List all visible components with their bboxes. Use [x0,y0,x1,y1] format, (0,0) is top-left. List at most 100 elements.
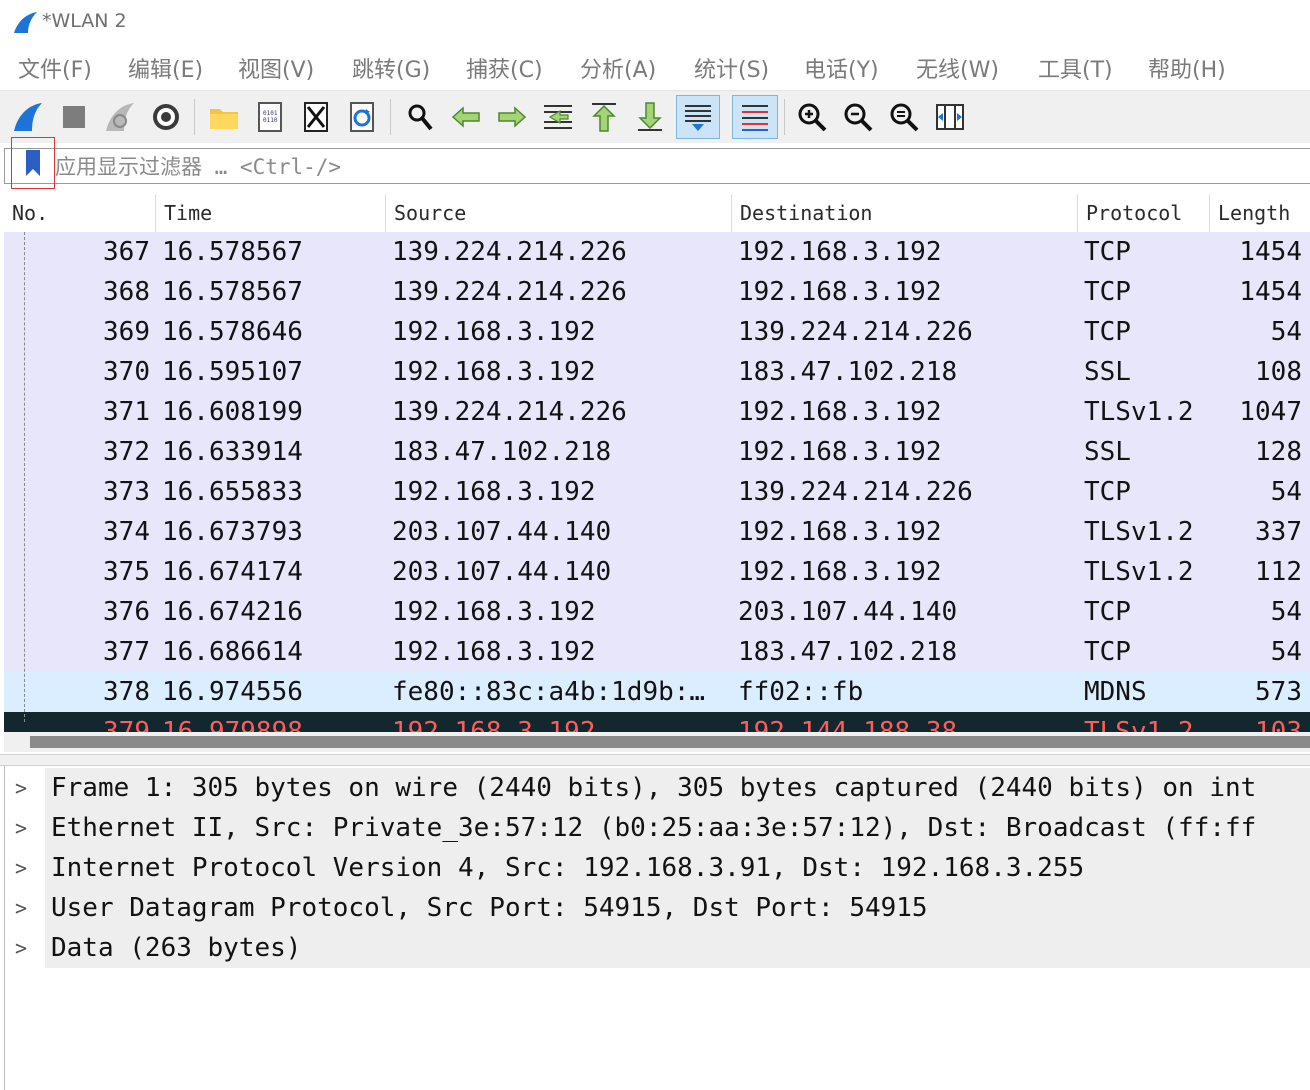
zoom-out-button[interactable] [838,97,878,137]
menu-wireless[interactable]: 无线(W) [916,52,999,84]
chevron-right-icon[interactable]: > [15,808,27,848]
packet-row[interactable]: 375 16.674174 203.107.44.140 192.168.3.1… [4,552,1310,592]
packet-row-selected[interactable]: 379 16.979898 192.168.3.192 192.144.188.… [4,712,1310,732]
packet-list[interactable]: No. Time Source Destination Protocol Len… [4,194,1310,754]
detail-tree-item[interactable]: > Data (263 bytes) [5,928,1310,968]
detail-tree-item[interactable]: > Internet Protocol Version 4, Src: 192.… [5,848,1310,888]
menu-view[interactable]: 视图(V) [238,52,314,84]
pane-splitter[interactable] [0,754,1310,766]
column-header-time[interactable]: Time [156,194,386,232]
resize-columns-icon [936,104,964,130]
chevron-right-icon[interactable]: > [15,768,27,808]
capture-options-icon [153,104,179,130]
display-filter-input[interactable] [53,151,1297,183]
menu-statistics[interactable]: 统计(S) [694,52,769,84]
find-packet-button[interactable] [400,97,440,137]
packet-row[interactable]: 372 16.633914 183.47.102.218 192.168.3.1… [4,432,1310,472]
packet-length: 1454 [1239,277,1302,307]
filter-bookmark-button[interactable] [11,137,55,189]
packet-row[interactable]: 377 16.686614 192.168.3.192 183.47.102.2… [4,632,1310,672]
packet-row[interactable]: 371 16.608199 139.224.214.226 192.168.3.… [4,392,1310,432]
menu-help[interactable]: 帮助(H) [1148,52,1226,84]
packet-time: 16.974556 [162,677,303,707]
packet-protocol: TCP [1084,597,1131,627]
packet-no: 371 [103,397,150,427]
scrollbar-thumb[interactable] [30,736,1310,748]
restart-capture-button[interactable] [100,97,140,137]
menu-file[interactable]: 文件(F) [18,52,92,84]
column-header-protocol[interactable]: Protocol [1078,194,1210,232]
auto-scroll-button[interactable] [676,95,720,139]
packet-length: 54 [1270,637,1302,667]
stop-capture-icon [63,106,85,128]
packet-row[interactable]: 367 16.578567 139.224.214.226 192.168.3.… [4,232,1310,272]
packet-row[interactable]: 368 16.578567 139.224.214.226 192.168.3.… [4,272,1310,312]
packet-details-pane[interactable]: > Frame 1: 305 bytes on wire (2440 bits)… [4,766,1310,1090]
go-last-packet-button[interactable] [630,97,670,137]
column-header-length[interactable]: Length [1210,194,1310,232]
open-file-button[interactable] [204,97,244,137]
toolbar-separator [784,99,785,135]
chevron-right-icon[interactable]: > [15,888,27,928]
svg-text:0101: 0101 [263,110,278,117]
save-file-button[interactable]: 0101 0110 [250,97,290,137]
menu-go[interactable]: 跳转(G) [352,52,430,84]
resize-columns-button[interactable] [930,97,970,137]
menu-telephony[interactable]: 电话(Y) [804,52,879,84]
packet-no: 367 [103,237,150,267]
close-file-button[interactable] [296,97,336,137]
colorize-button[interactable] [732,95,778,139]
stop-capture-button[interactable] [54,97,94,137]
packet-list-horizontal-scrollbar[interactable] [4,732,1310,752]
packet-row[interactable]: 370 16.595107 192.168.3.192 183.47.102.2… [4,352,1310,392]
go-last-packet-icon [638,102,662,131]
column-header-no[interactable]: No. [4,194,156,232]
chevron-right-icon[interactable]: > [15,928,27,968]
packet-time: 16.686614 [162,637,303,667]
packet-protocol: TLSv1.2 [1084,557,1194,587]
detail-tree-item[interactable]: > Frame 1: 305 bytes on wire (2440 bits)… [5,768,1310,808]
zoom-out-icon [844,103,873,132]
packet-row[interactable]: 373 16.655833 192.168.3.192 139.224.214.… [4,472,1310,512]
packet-destination: ff02::fb [738,677,864,707]
detail-tree-item[interactable]: > Ethernet II, Src: Private_3e:57:12 (b0… [5,808,1310,848]
reload-file-button[interactable] [342,97,382,137]
go-to-packet-button[interactable] [538,97,578,137]
go-forward-button[interactable] [492,97,532,137]
capture-options-button[interactable] [146,97,186,137]
packet-no: 375 [103,557,150,587]
normal-size-button[interactable] [884,97,924,137]
packet-no: 378 [103,677,150,707]
packet-row[interactable]: 369 16.578646 192.168.3.192 139.224.214.… [4,312,1310,352]
start-capture-button[interactable] [8,97,48,137]
packet-list-header: No. Time Source Destination Protocol Len… [4,194,1310,233]
packet-protocol: MDNS [1084,677,1147,707]
packet-protocol: SSL [1084,357,1131,387]
detail-frame: Frame 1: 305 bytes on wire (2440 bits), … [45,768,1310,808]
detail-tree-item[interactable]: > User Datagram Protocol, Src Port: 5491… [5,888,1310,928]
bookmark-icon [26,150,40,176]
zoom-in-button[interactable] [792,97,832,137]
menu-analyze[interactable]: 分析(A) [580,52,656,84]
chevron-right-icon[interactable]: > [15,848,27,888]
packet-length: 1047 [1239,397,1302,427]
column-header-source[interactable]: Source [386,194,732,232]
go-first-packet-button[interactable] [584,97,624,137]
packet-row[interactable]: 378 16.974556 fe80::83c:a4b:1d9b:… ff02:… [4,672,1310,712]
menu-capture[interactable]: 捕获(C) [466,52,543,84]
packet-source: 203.107.44.140 [392,557,612,587]
packet-row[interactable]: 376 16.674216 192.168.3.192 203.107.44.1… [4,592,1310,632]
packet-protocol: TCP [1084,477,1131,507]
save-file-icon: 01010110 [258,102,282,132]
menu-tools[interactable]: 工具(T) [1038,52,1113,84]
packet-source: fe80::83c:a4b:1d9b:… [392,677,706,707]
packet-source: 192.168.3.192 [392,637,596,667]
go-back-button[interactable] [446,97,486,137]
menu-edit[interactable]: 编辑(E) [128,52,203,84]
packet-row[interactable]: 374 16.673793 203.107.44.140 192.168.3.1… [4,512,1310,552]
packet-time: 16.655833 [162,477,303,507]
go-to-packet-icon [544,105,572,129]
packet-source: 192.168.3.192 [392,597,596,627]
column-header-destination[interactable]: Destination [732,194,1078,232]
packet-protocol: TCP [1084,317,1131,347]
